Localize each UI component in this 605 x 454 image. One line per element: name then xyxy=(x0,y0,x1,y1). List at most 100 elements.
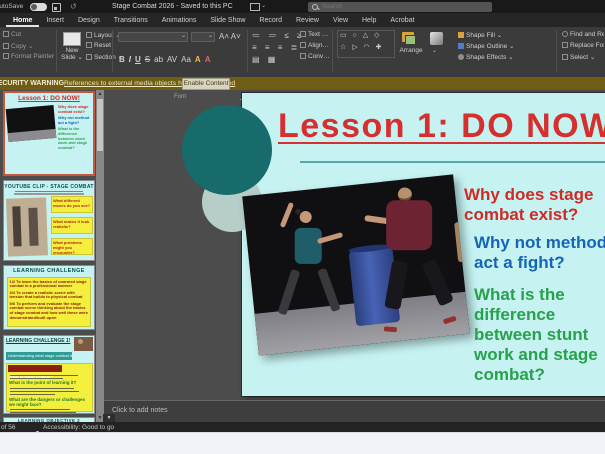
arrange-icon[interactable] xyxy=(402,32,416,45)
tab-record[interactable]: Record xyxy=(252,17,289,27)
arrange-button[interactable]: Arrange xyxy=(398,47,424,54)
powerpoint-window: AutoSave ↺ Stage Combat 2026 - Saved to … xyxy=(0,0,605,454)
tab-insert[interactable]: Insert xyxy=(39,17,71,27)
thumb2-photo xyxy=(6,197,48,257)
thumb1-q1: Why does stage combat exist? xyxy=(58,104,89,114)
thumb2-note3: What problems might you encounter? xyxy=(53,240,82,255)
slide-thumbnail-2[interactable]: YOUTUBE CLIP - STAGE COMBAT What differe… xyxy=(3,180,95,261)
font-name-combo[interactable] xyxy=(118,32,188,42)
accessibility-status[interactable]: Accessibility: Good to go xyxy=(43,424,114,431)
underline-button[interactable]: U xyxy=(135,55,141,64)
panel-collapse-button[interactable]: ▼ xyxy=(103,414,115,422)
shape-icons-row2: ☆ ▷ ◠ ✚ xyxy=(340,44,384,51)
change-case-button[interactable]: Aa xyxy=(181,55,191,64)
section-button[interactable]: Section ⌄ xyxy=(86,53,123,61)
align-icons[interactable]: ≡ ≡ ≡ ≣ xyxy=(252,43,300,52)
thumb2-note1: What different moves do you see? xyxy=(53,198,91,208)
align-text-button[interactable]: Align Text xyxy=(300,42,330,49)
thumb1-photo xyxy=(5,104,57,143)
tab-design[interactable]: Design xyxy=(71,17,107,27)
character-spacing-button[interactable]: AV xyxy=(167,55,177,64)
text-shadow-button[interactable]: ab xyxy=(154,55,163,64)
format-painter-button[interactable]: Format Painter xyxy=(3,53,54,60)
save-icon[interactable] xyxy=(52,3,61,12)
quick-styles-chevron-icon[interactable]: ⌄ xyxy=(432,47,437,54)
select-button[interactable]: Select ⌄ xyxy=(562,53,604,61)
shapes-gallery[interactable]: ▭ ○ △ ◇ ☆ ▷ ◠ ✚ xyxy=(337,30,395,58)
convert-smartart-button[interactable]: Convert to SmartArt xyxy=(300,53,330,60)
enable-content-button[interactable]: Enable Content xyxy=(182,78,230,90)
shape-effects-button[interactable]: Shape Effects ⌄ xyxy=(458,53,514,61)
layout-button[interactable]: Layout ⌄ xyxy=(86,31,121,39)
reset-button[interactable]: Reset xyxy=(86,42,111,49)
thumb3-title: LEARNING CHALLENGE xyxy=(13,268,85,274)
tab-help[interactable]: Help xyxy=(355,17,383,27)
slide-thumbnail-4[interactable]: LEARNING CHALLENGE 1! Understanding what… xyxy=(3,335,95,414)
text-direction-button[interactable]: Text Direction xyxy=(300,31,330,38)
columns-icons[interactable]: ▤ ▦ xyxy=(252,55,278,64)
performer-left xyxy=(299,210,313,224)
thumb1-q2: Why not method act a fight? xyxy=(58,115,90,125)
autosave-label: AutoSave xyxy=(0,3,24,10)
italic-button[interactable]: I xyxy=(129,55,131,64)
decor-circle-teal xyxy=(182,105,272,195)
font-size-combo[interactable] xyxy=(191,32,215,42)
highlight-color-button[interactable]: A xyxy=(195,55,201,64)
thumb3-objective1: 1/2 To learn the basics of unarmed stage… xyxy=(9,278,87,289)
tab-review[interactable]: Review xyxy=(289,17,326,27)
list-indent-icons[interactable]: ≔ ≕ ≤ ≥ xyxy=(252,31,304,40)
display-settings-icon[interactable] xyxy=(250,3,260,11)
thumb4-section2: What is the point of learning it? xyxy=(9,380,77,385)
security-warning-title: SECURITY WARNING xyxy=(0,80,65,87)
slide-thumbnail-3[interactable]: LEARNING CHALLENGE 1/2 To learn the basi… xyxy=(3,265,95,330)
title-bar: AutoSave ↺ Stage Combat 2026 - Saved to … xyxy=(0,0,605,13)
slide-thumbnail-1[interactable]: Lesson 1: DO NOW! Why does stage combat … xyxy=(3,91,95,176)
tab-home[interactable]: Home xyxy=(6,17,40,27)
ribbon-search-box[interactable] xyxy=(308,1,492,12)
scroll-up-icon[interactable]: ▲ xyxy=(96,91,104,97)
shape-fill-button[interactable]: Shape Fill ⌄ xyxy=(458,31,502,39)
document-title: Stage Combat 2026 - Saved to this PC xyxy=(112,3,233,10)
slide-title[interactable]: Lesson 1: DO NOW! xyxy=(278,107,605,146)
notes-panel[interactable]: Click to add notes xyxy=(104,400,605,423)
find-button[interactable]: Find and Rep... xyxy=(562,31,604,38)
scrollbar-thumb[interactable] xyxy=(97,99,103,151)
font-color-button[interactable]: A xyxy=(205,55,211,64)
cut-button[interactable]: Cut xyxy=(3,31,21,38)
thumbnail-scrollbar[interactable]: ▲ ▼ xyxy=(96,90,104,422)
new-slide-icon[interactable] xyxy=(63,32,81,46)
undo-icon[interactable]: ↺ xyxy=(70,2,77,11)
thumb4-subtitle: Understanding what stage combat is xyxy=(8,353,72,358)
thumb1-q3: What is the difference between stunt wor… xyxy=(58,126,88,150)
slide-canvas[interactable]: Lesson 1: DO NOW! Why does stage combat … xyxy=(182,93,605,396)
slide-question-1[interactable]: Why does stage combat exist? xyxy=(464,185,605,225)
chevron-down-icon[interactable]: ⌄ xyxy=(261,2,266,9)
font-group-label: Font xyxy=(173,94,186,100)
autosave-toggle[interactable] xyxy=(30,2,47,11)
new-slide-button[interactable]: New Slide ⌄ xyxy=(59,47,85,61)
slide-question-2[interactable]: Why not method act a fight? xyxy=(474,233,605,273)
search-input[interactable] xyxy=(322,1,482,12)
thumb4-title: LEARNING CHALLENGE 1! xyxy=(6,338,71,344)
tab-slide-show[interactable]: Slide Show xyxy=(203,17,252,27)
bold-button[interactable]: B xyxy=(119,55,125,64)
slide-photo[interactable] xyxy=(242,174,470,356)
copy-button[interactable]: Copy ⌄ xyxy=(3,42,33,50)
quick-styles-icon[interactable] xyxy=(430,32,443,45)
tab-transitions[interactable]: Transitions xyxy=(107,17,155,27)
thumb2-note2: What makes it look realistic? xyxy=(53,219,90,229)
tab-animations[interactable]: Animations xyxy=(155,17,204,27)
security-warning-bar: SECURITY WARNING References to external … xyxy=(0,77,605,90)
strikethrough-button[interactable]: S xyxy=(145,55,150,64)
slide-question-3[interactable]: What is the difference between stunt wor… xyxy=(474,285,605,385)
replace-button[interactable]: Replace Fon... xyxy=(562,42,604,49)
font-grow-shrink-icons[interactable]: A˄ A˅ xyxy=(219,32,241,41)
notes-placeholder[interactable]: Click to add notes xyxy=(112,407,168,414)
tab-acrobat[interactable]: Acrobat xyxy=(383,17,421,27)
shape-outline-button[interactable]: Shape Outline ⌄ xyxy=(458,42,514,50)
status-bar: of 56 Accessibility: Good to go xyxy=(0,422,605,438)
ribbon-tab-row: Home Insert Design Transitions Animation… xyxy=(0,13,605,27)
thumb3-objective2: 3/4 To create a realistic scene with ten… xyxy=(9,289,83,300)
thumb1-title: Lesson 1: DO NOW! xyxy=(18,95,80,102)
tab-view[interactable]: View xyxy=(326,17,355,27)
